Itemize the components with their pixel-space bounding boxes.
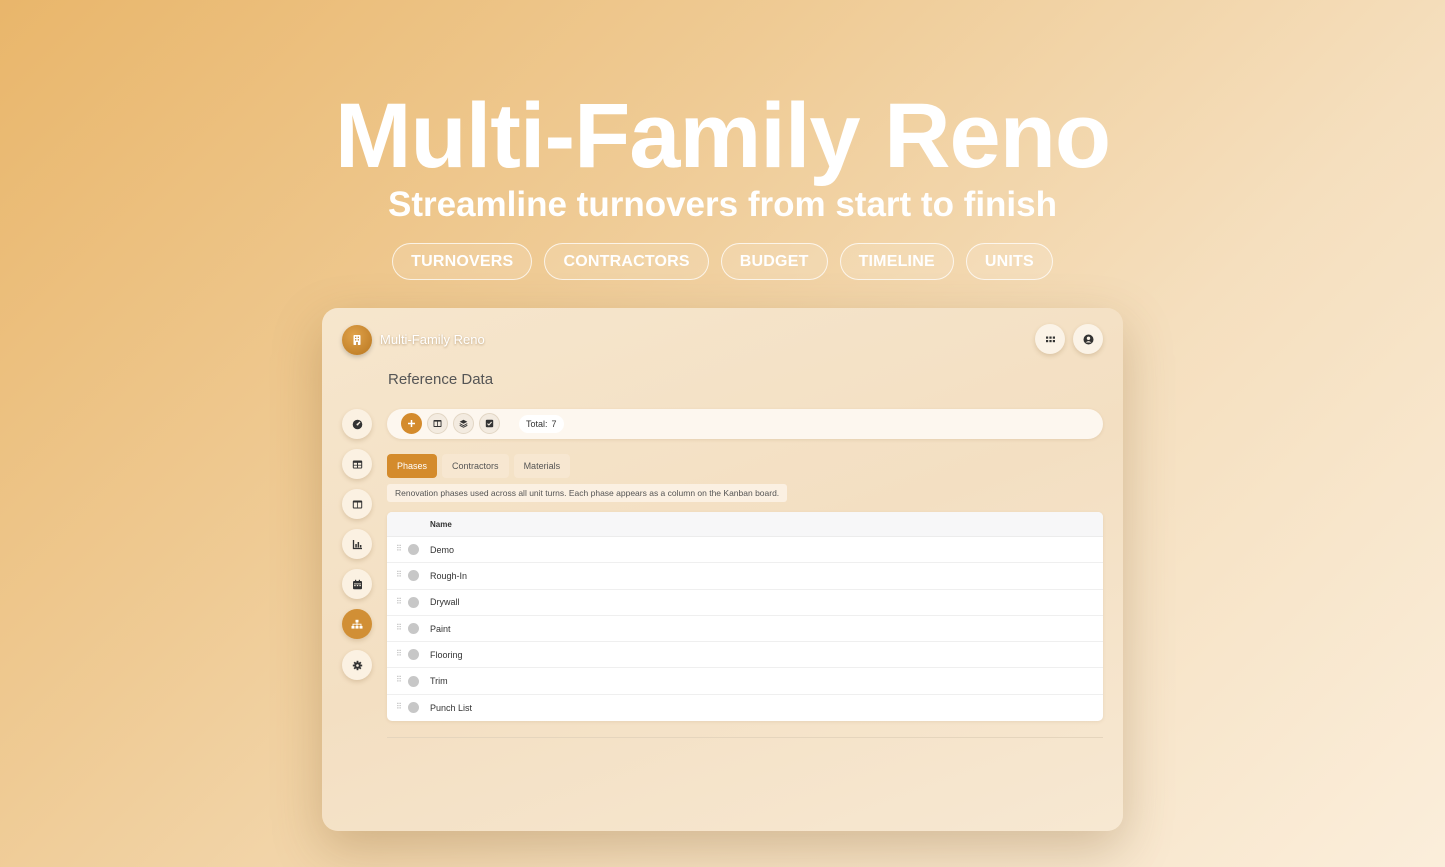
user-icon[interactable]	[1073, 324, 1103, 354]
row-name: Drywall	[430, 597, 460, 608]
hero-title: Multi-Family Reno	[334, 85, 1111, 187]
layers-icon[interactable]	[453, 413, 474, 434]
hierarchy-icon[interactable]	[342, 609, 372, 639]
table-row[interactable]: ⠿ Rough-In	[387, 563, 1103, 590]
row-name: Rough-In	[430, 570, 468, 581]
row-name: Flooring	[430, 649, 463, 660]
color-dot[interactable]	[408, 623, 419, 635]
feature-pills: TURNOVERS CONTRACTORS BUDGET TIMELINE UN…	[0, 243, 1445, 280]
row-name: Paint	[430, 623, 451, 634]
table-row[interactable]: ⠿ Paint	[387, 616, 1103, 643]
drag-handle-icon[interactable]: ⠿	[396, 623, 402, 632]
tab-phases[interactable]: Phases	[387, 454, 438, 478]
pill-budget: BUDGET	[720, 243, 828, 280]
page-title: Reference Data	[388, 371, 494, 388]
drag-handle-icon[interactable]: ⠿	[396, 597, 402, 606]
toolbar: Total: 7	[387, 409, 1103, 439]
color-dot[interactable]	[408, 544, 419, 556]
table-icon[interactable]	[342, 449, 372, 479]
total-count: Total: 7	[519, 415, 564, 433]
gauge-icon[interactable]	[342, 409, 372, 439]
row-name: Trim	[430, 676, 448, 687]
color-dot[interactable]	[408, 596, 419, 608]
tab-description: Renovation phases used across all unit t…	[387, 484, 788, 502]
total-label: Total:	[526, 419, 548, 429]
chart-icon[interactable]	[342, 529, 372, 559]
plus-icon[interactable]	[401, 413, 422, 434]
drag-handle-icon[interactable]: ⠿	[396, 571, 402, 579]
tab-contractors[interactable]: Contractors	[442, 454, 509, 478]
table-row[interactable]: ⠿ Punch List	[387, 695, 1103, 721]
building-icon[interactable]	[342, 325, 372, 355]
columns-icon[interactable]	[427, 413, 448, 434]
row-name: Demo	[430, 544, 455, 555]
hero-subtitle: Streamline turnovers from start to finis…	[387, 185, 1058, 224]
table-row[interactable]: ⠿ Flooring	[387, 642, 1103, 669]
pill-contractors: CONTRACTORS	[544, 243, 709, 280]
pill-units: UNITS	[965, 243, 1053, 280]
phases-table: Name ⠿ Demo ⠿ Rough-In ⠿ Drywall ⠿ Paint…	[387, 512, 1103, 721]
table-row[interactable]: ⠿ Drywall	[387, 590, 1103, 616]
grid-icon[interactable]	[1035, 324, 1065, 354]
app-name: Multi-Family Reno	[380, 332, 485, 347]
color-dot[interactable]	[408, 675, 419, 687]
pill-turnovers: TURNOVERS	[392, 243, 533, 280]
gear-icon[interactable]	[342, 650, 372, 680]
drag-handle-icon[interactable]: ⠿	[396, 676, 402, 684]
tab-bar: Phases Contractors Materials	[387, 454, 571, 478]
checkbox-icon[interactable]	[479, 413, 500, 434]
pill-timeline: TIMELINE	[839, 243, 954, 280]
divider	[387, 737, 1103, 738]
app-window: Multi-Family Reno Reference Data Total: …	[322, 308, 1123, 831]
row-name: Punch List	[430, 702, 473, 713]
drag-handle-icon[interactable]: ⠿	[396, 702, 402, 711]
total-value: 7	[551, 419, 557, 429]
calendar-icon[interactable]	[342, 569, 372, 599]
tab-materials[interactable]: Materials	[513, 454, 571, 478]
drag-handle-icon[interactable]: ⠿	[396, 650, 402, 658]
drag-handle-icon[interactable]: ⠿	[396, 545, 402, 553]
color-dot[interactable]	[408, 649, 419, 661]
color-dot[interactable]	[408, 702, 419, 714]
columns-icon[interactable]	[342, 489, 372, 519]
column-header-name[interactable]: Name	[430, 520, 452, 529]
table-row[interactable]: ⠿ Trim	[387, 668, 1103, 695]
table-header: Name	[387, 512, 1103, 537]
color-dot[interactable]	[408, 570, 419, 582]
table-row[interactable]: ⠿ Demo	[387, 537, 1103, 564]
